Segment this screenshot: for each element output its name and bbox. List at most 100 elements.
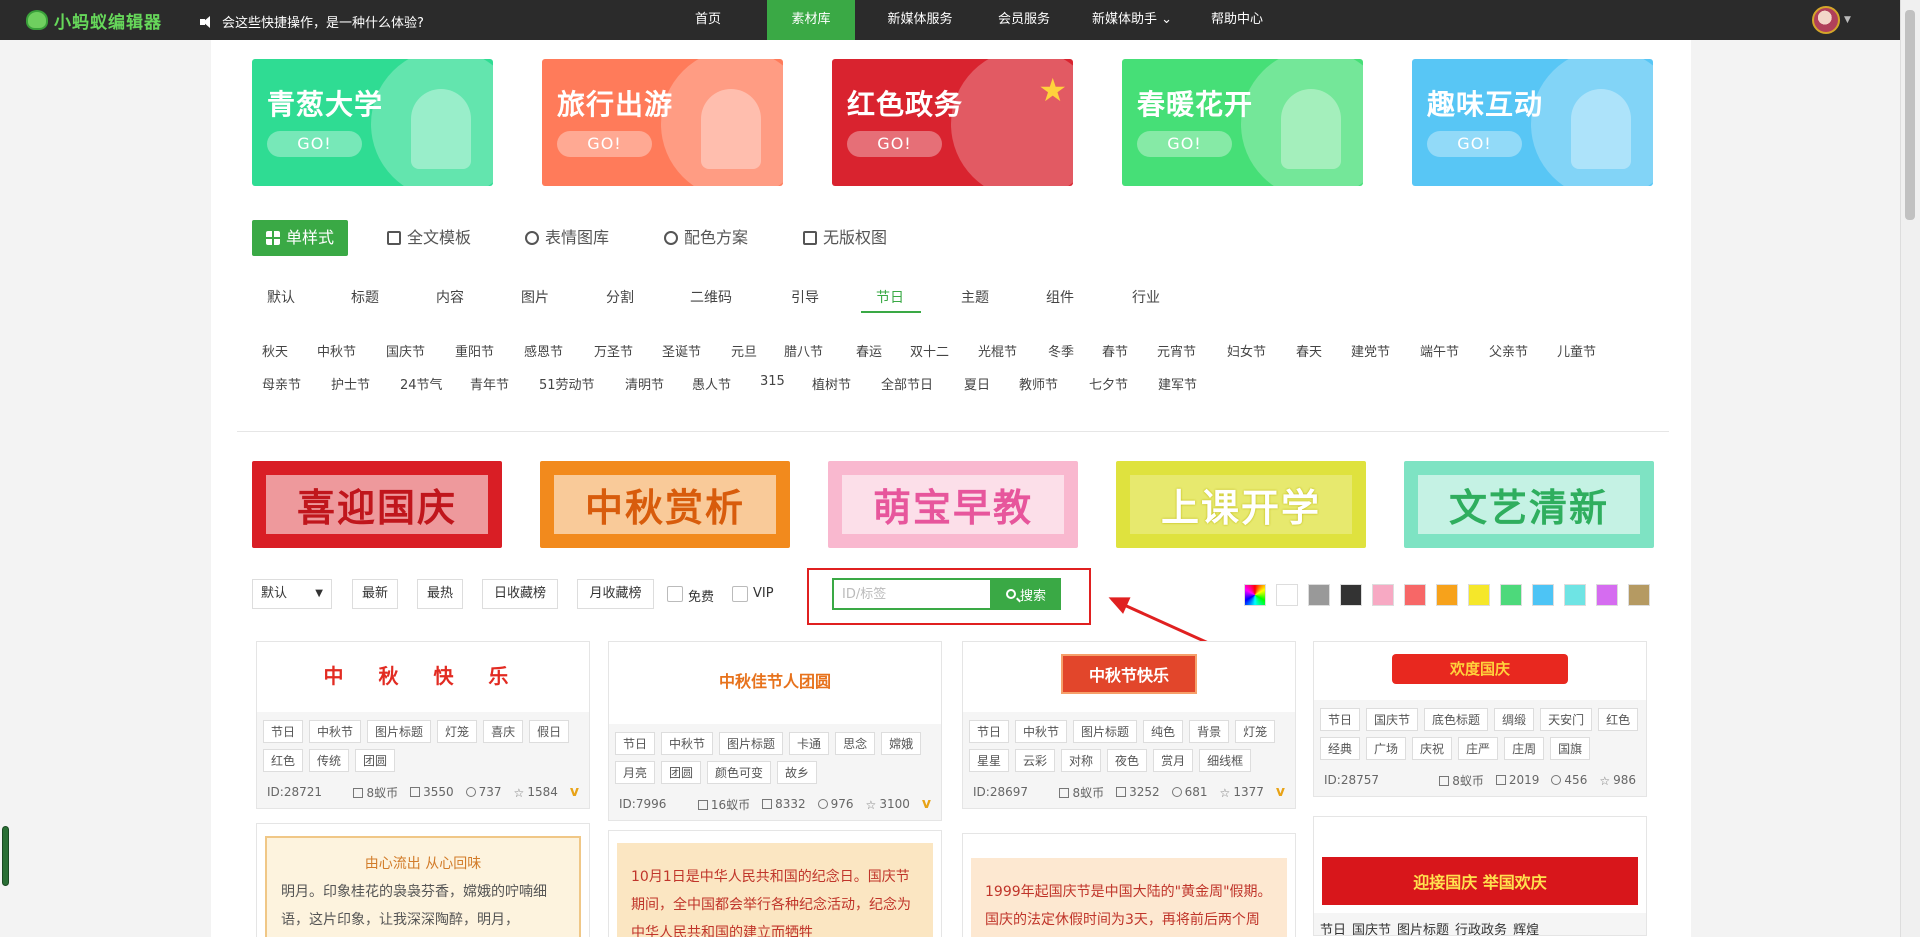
- filter-monthly-favorites-button[interactable]: 月收藏榜: [577, 579, 654, 609]
- card-tag[interactable]: 红色: [1598, 708, 1639, 731]
- festival-tag[interactable]: 愚人节: [692, 374, 731, 393]
- theme-banner-fun-interaction[interactable]: 趣味互动 GO!: [1412, 59, 1653, 186]
- color-swatch[interactable]: [1372, 584, 1394, 606]
- card-tag[interactable]: 广场: [1366, 737, 1407, 760]
- card-tag[interactable]: 节日: [615, 732, 656, 755]
- card-tag[interactable]: 绸缎: [1494, 708, 1535, 731]
- vip-checkbox[interactable]: [732, 586, 748, 602]
- card-tag[interactable]: 喜庆: [483, 720, 524, 743]
- card-tag[interactable]: 庄严: [1458, 737, 1499, 760]
- card-tag[interactable]: 节日: [969, 720, 1010, 743]
- festival-tag[interactable]: 父亲节: [1489, 341, 1528, 360]
- card-tag[interactable]: 假日: [529, 720, 570, 743]
- festival-tag[interactable]: 清明节: [625, 374, 664, 393]
- festival-tag[interactable]: 儿童节: [1557, 341, 1596, 360]
- user-avatar[interactable]: [1812, 6, 1840, 34]
- card-tag[interactable]: 灯笼: [1235, 720, 1276, 743]
- template-card[interactable]: 中 秋 快 乐 节日 中秋节 图片标题 灯笼 喜庆 假日 红色 传统 团圆 ID…: [256, 641, 590, 809]
- nav-home[interactable]: 首页: [672, 0, 744, 40]
- festival-tag[interactable]: 全部节日: [881, 374, 933, 393]
- card-tag[interactable]: 图片标题: [1397, 919, 1449, 935]
- template-card[interactable]: 10月1日是中华人民共和国的纪念日。国庆节期间，全中国都会举行各种纪念活动，纪念…: [608, 830, 942, 937]
- tab-single-style[interactable]: 单样式: [252, 220, 349, 256]
- color-swatch[interactable]: [1596, 584, 1618, 606]
- card-tag[interactable]: 卡通: [789, 732, 830, 755]
- festival-tag[interactable]: 端午节: [1420, 341, 1459, 360]
- nav-member-service[interactable]: 会员服务: [982, 0, 1066, 40]
- free-checkbox[interactable]: [667, 586, 683, 602]
- tab-full-template[interactable]: 全文模板: [387, 220, 471, 256]
- festival-tag[interactable]: 植树节: [812, 374, 851, 393]
- color-swatch[interactable]: [1276, 584, 1298, 606]
- festival-tag[interactable]: 重阳节: [455, 341, 494, 360]
- nav-help-center[interactable]: 帮助中心: [1196, 0, 1278, 40]
- card-tag[interactable]: 天安门: [1540, 708, 1593, 731]
- festival-tag[interactable]: 中秋节: [317, 341, 356, 360]
- category-tab[interactable]: 行业: [1132, 287, 1160, 307]
- template-card[interactable]: 1999年起国庆节是中国大陆的"黄金周"假期。国庆的法定休假时间为3天，再将前后…: [962, 833, 1296, 937]
- template-card[interactable]: 欢度国庆 节日 国庆节 底色标题 绸缎 天安门 红色 经典 广场 庆祝 庄严 庄…: [1313, 641, 1647, 797]
- scrollbar-thumb[interactable]: [1905, 10, 1915, 220]
- card-tag[interactable]: 星星: [969, 749, 1010, 772]
- card-tag[interactable]: 图片标题: [367, 720, 432, 743]
- card-tag[interactable]: 传统: [309, 749, 350, 772]
- card-tag[interactable]: 国旗: [1550, 737, 1591, 760]
- festival-banner-mid-autumn[interactable]: 中秋赏析: [540, 461, 790, 548]
- vertical-scrollbar[interactable]: [1900, 0, 1920, 937]
- category-tab[interactable]: 主题: [961, 287, 989, 307]
- category-tab[interactable]: 组件: [1046, 287, 1074, 307]
- go-button[interactable]: GO!: [847, 131, 942, 157]
- festival-tag[interactable]: 元宵节: [1157, 341, 1196, 360]
- color-swatch-all[interactable]: [1244, 584, 1266, 606]
- festival-tag[interactable]: 秋天: [262, 341, 288, 360]
- color-swatch[interactable]: [1500, 584, 1522, 606]
- festival-tag[interactable]: 春运: [856, 341, 882, 360]
- festival-banner-literary-fresh[interactable]: 文艺清新: [1404, 461, 1654, 548]
- card-tag[interactable]: 中秋节: [1015, 720, 1068, 743]
- card-tag[interactable]: 团圆: [355, 749, 396, 772]
- tab-emoji-gallery[interactable]: 表情图库: [525, 220, 609, 256]
- festival-tag[interactable]: 建党节: [1351, 341, 1390, 360]
- favorite-stat[interactable]: ☆ 986: [1599, 773, 1636, 788]
- color-swatch[interactable]: [1404, 584, 1426, 606]
- template-card[interactable]: 中秋节快乐 节日 中秋节 图片标题 纯色 背景 灯笼 星星 云彩 对称 夜色 赏…: [962, 641, 1296, 809]
- festival-tag[interactable]: 妇女节: [1227, 341, 1266, 360]
- festival-tag[interactable]: 教师节: [1019, 374, 1058, 393]
- color-swatch[interactable]: [1468, 584, 1490, 606]
- card-tag[interactable]: 背景: [1189, 720, 1230, 743]
- card-tag[interactable]: 思念: [835, 732, 876, 755]
- category-tab-festival[interactable]: 节日: [876, 287, 904, 307]
- card-tag[interactable]: 节日: [1320, 708, 1361, 731]
- template-card[interactable]: 迎接国庆 举国欢庆 节日 国庆节 图片标题 行政政务 辉煌: [1313, 816, 1647, 936]
- card-tag[interactable]: 辉煌: [1513, 919, 1539, 935]
- card-tag[interactable]: 细线框: [1199, 749, 1252, 772]
- theme-banner-youth-campus[interactable]: 青葱大学 GO!: [252, 59, 493, 186]
- category-tab[interactable]: 默认: [267, 287, 295, 307]
- announcement[interactable]: 会这些快捷操作，是一种什么体验?: [200, 12, 424, 31]
- festival-tag[interactable]: 万圣节: [594, 341, 633, 360]
- card-tag[interactable]: 嫦娥: [881, 732, 922, 755]
- side-drag-handle[interactable]: [2, 826, 9, 886]
- card-tag[interactable]: 图片标题: [719, 732, 784, 755]
- favorite-stat[interactable]: ☆ 1584: [514, 785, 558, 800]
- filter-daily-favorites-button[interactable]: 日收藏榜: [482, 579, 558, 609]
- template-card[interactable]: 中秋佳节人团圆 节日 中秋节 图片标题 卡通 思念 嫦娥 月亮 团圆 颜色可变 …: [608, 641, 942, 821]
- color-swatch[interactable]: [1564, 584, 1586, 606]
- color-swatch[interactable]: [1532, 584, 1554, 606]
- card-tag[interactable]: 团圆: [661, 761, 702, 784]
- festival-tag[interactable]: 建军节: [1158, 374, 1197, 393]
- logo[interactable]: 小蚂蚁编辑器: [26, 9, 162, 33]
- nav-material-library[interactable]: 素材库: [767, 0, 855, 40]
- search-input[interactable]: [832, 578, 992, 610]
- festival-banner-back-to-school[interactable]: 上课开学: [1116, 461, 1366, 548]
- festival-tag[interactable]: 24节气: [400, 374, 443, 393]
- card-tag[interactable]: 云彩: [1015, 749, 1056, 772]
- go-button[interactable]: GO!: [1137, 131, 1232, 157]
- category-tab[interactable]: 图片: [521, 287, 549, 307]
- festival-tag[interactable]: 春天: [1296, 341, 1322, 360]
- color-swatch[interactable]: [1308, 584, 1330, 606]
- nav-new-media-service[interactable]: 新媒体服务: [872, 0, 968, 40]
- filter-hottest-button[interactable]: 最热: [417, 579, 463, 609]
- card-tag[interactable]: 节日: [263, 720, 304, 743]
- theme-banner-red-government[interactable]: 红色政务 GO! ★: [832, 59, 1073, 186]
